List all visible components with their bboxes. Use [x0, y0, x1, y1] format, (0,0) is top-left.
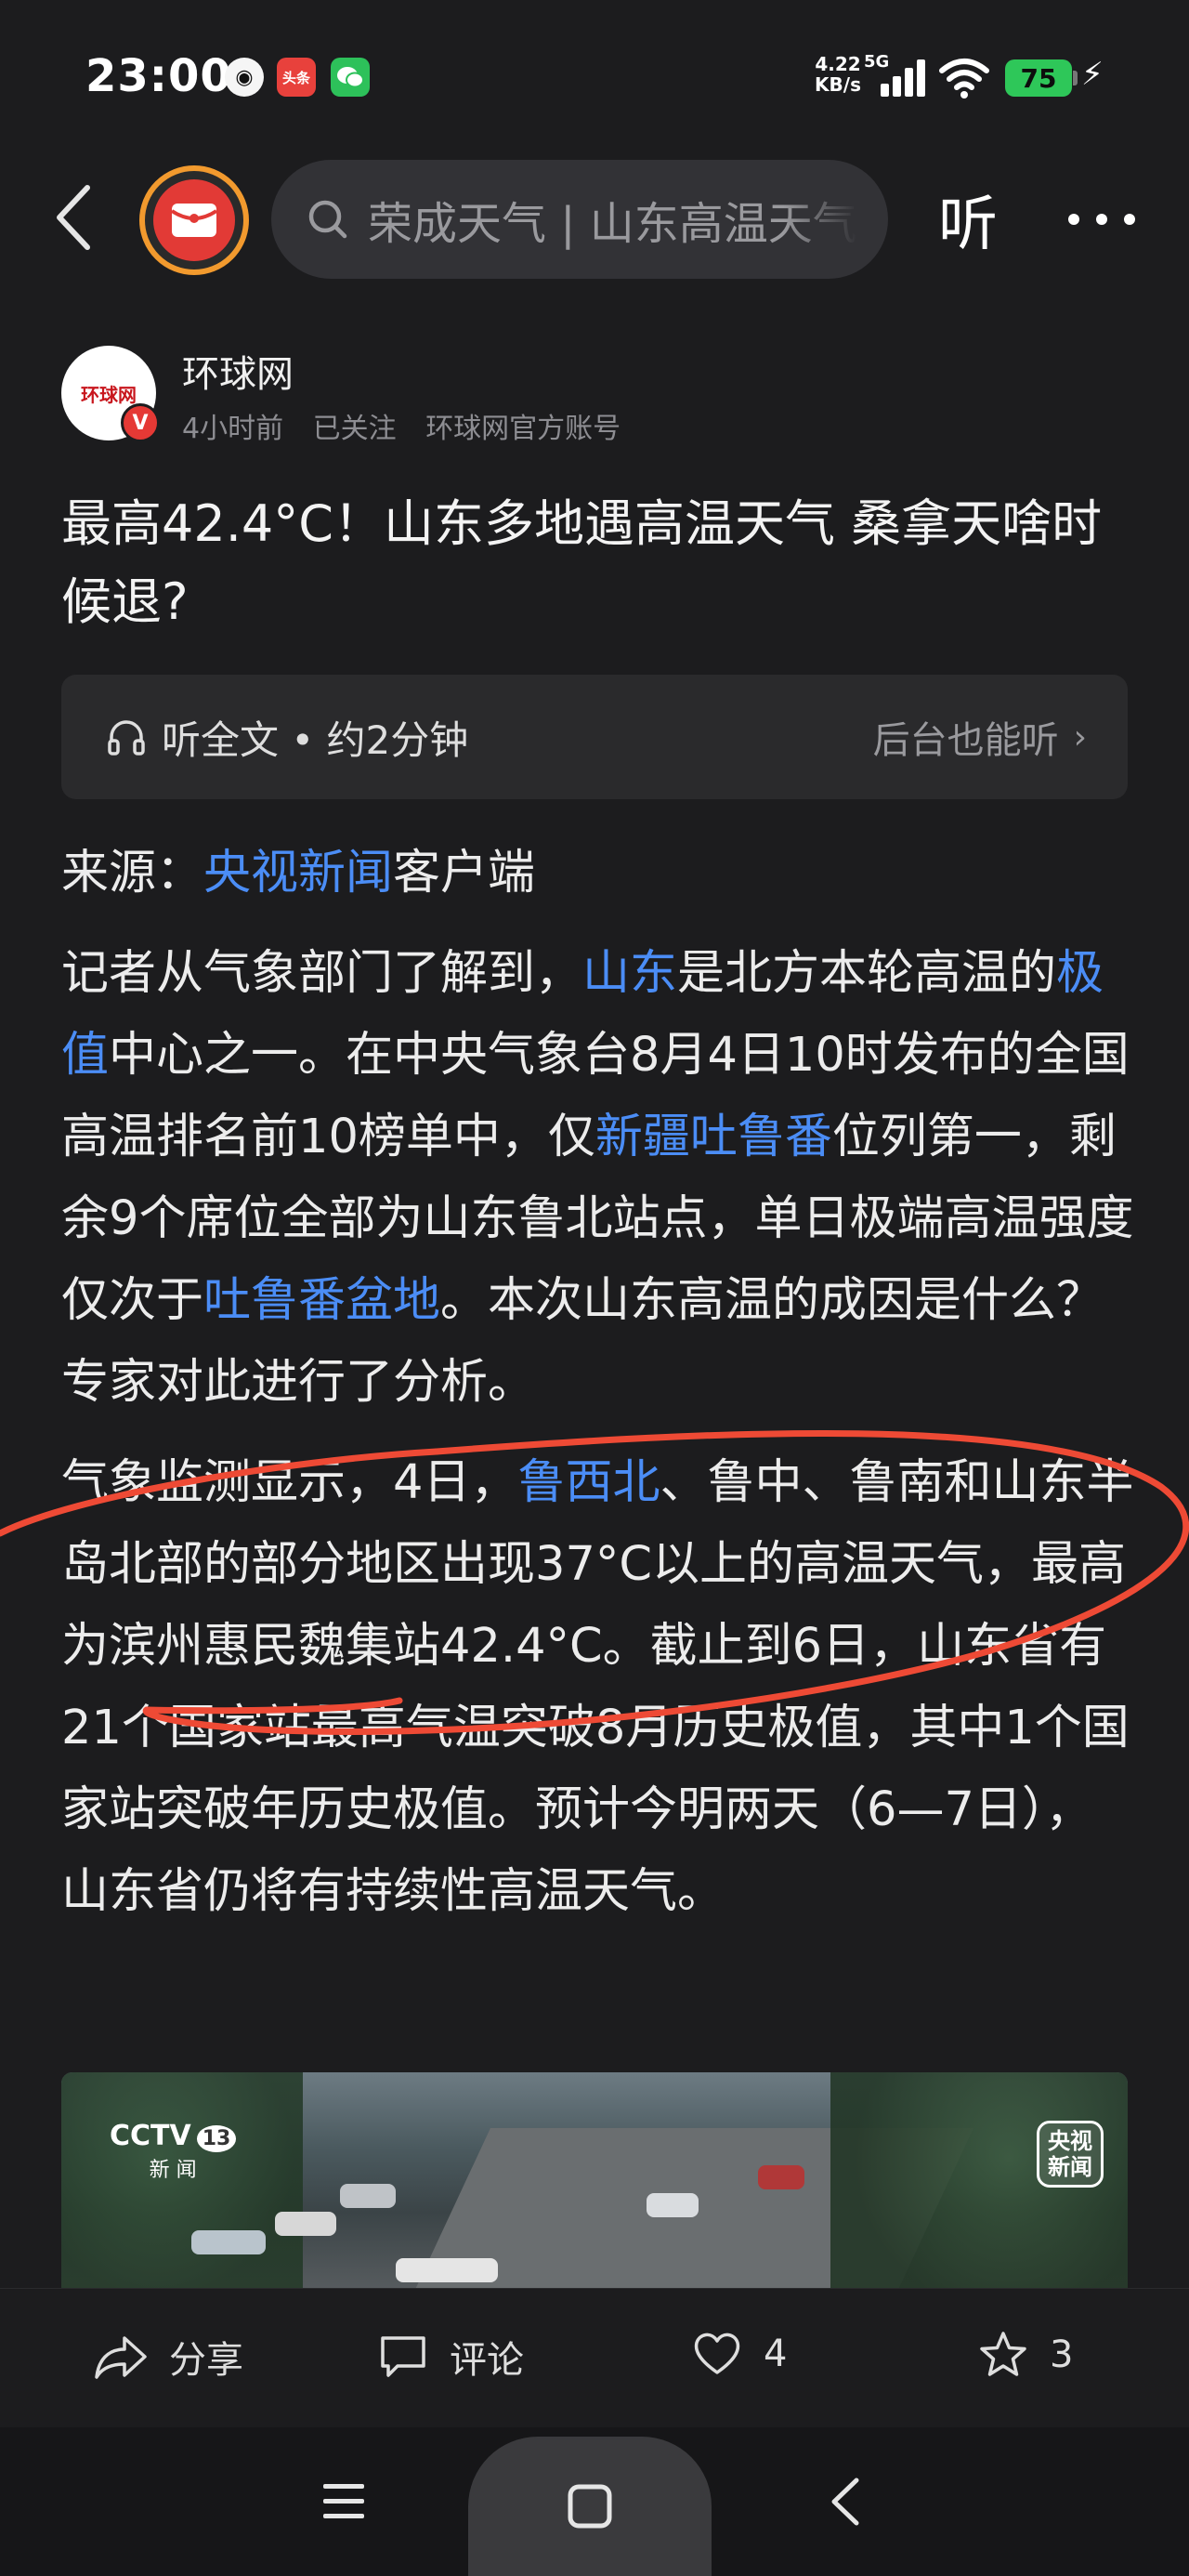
- favorite-button[interactable]: 3: [977, 2330, 1073, 2380]
- author-meta: 4小时前 已关注 环球网官方账号: [182, 405, 641, 446]
- background-listen-label: 后台也能听: [872, 719, 1059, 762]
- listen-button[interactable]: 听: [938, 177, 998, 262]
- back-button[interactable]: [43, 173, 102, 262]
- keyword-link-shandong[interactable]: 山东: [582, 946, 677, 1001]
- status-time: 23:00: [85, 50, 232, 102]
- video-player[interactable]: CCTV 13 新 闻 央视 新闻: [61, 2072, 1128, 2288]
- keyword-link-turpan[interactable]: 新疆吐鲁番: [595, 1110, 832, 1164]
- red-packet-icon: [153, 179, 235, 261]
- red-packet-badge[interactable]: [139, 165, 249, 275]
- article-body: 来源：央视新闻客户端 记者从气象部门了解到，山东是北方本轮高温的极值中心之一。在…: [61, 833, 1139, 1952]
- video-frame-car: [191, 2230, 266, 2254]
- listen-full-text-bar[interactable]: 听全文 • 约2分钟 后台也能听 ›: [61, 675, 1128, 799]
- source-line: 来源：央视新闻客户端: [61, 833, 1139, 914]
- cctv-news-watermark: 央视 新闻: [1037, 2121, 1104, 2188]
- listen-full-text[interactable]: 听全文 • 约2分钟: [106, 709, 468, 766]
- more-options-icon[interactable]: [1068, 186, 1135, 253]
- author-name[interactable]: 环球网: [182, 344, 294, 398]
- publish-time: 4小时前: [182, 413, 284, 445]
- paragraph-text: 气象监测显示，4日，: [61, 1455, 518, 1510]
- account-type: 环球网官方账号: [425, 413, 621, 445]
- toutiao-icon: 头条: [277, 58, 316, 97]
- status-bar: 23:00 ◉ 头条 4.22 KB/s 5G 75 ⚡: [0, 0, 1189, 158]
- favorite-count: 3: [1050, 2333, 1074, 2376]
- keyword-link-luxibei[interactable]: 鲁西北: [517, 1455, 660, 1510]
- menu-button[interactable]: [307, 2427, 381, 2576]
- home-icon: [568, 2484, 612, 2529]
- comment-button[interactable]: 评论: [377, 2330, 524, 2384]
- video-frame-car: [758, 2165, 804, 2189]
- paragraph-text: 、鲁中、鲁南和山东半岛北部的部分地区出现37°C以上的高温天气，最高为滨州惠民魏…: [61, 1455, 1134, 1919]
- search-input[interactable]: 荣成天气 | 山东高温天气: [271, 160, 888, 279]
- article-action-bar: 分享 评论 4 3: [0, 2288, 1189, 2427]
- source-prefix: 来源：: [61, 846, 204, 900]
- share-icon: [95, 2336, 147, 2379]
- signal-icon: [881, 58, 927, 97]
- article-title: 最高42.4°C！山东多地遇高温天气 桑拿天啥时候退?: [61, 494, 1103, 631]
- like-count: 4: [764, 2333, 788, 2375]
- wifi-icon: [938, 58, 990, 99]
- video-frame-car: [275, 2212, 336, 2236]
- watermark-line-1: 央视: [1048, 2128, 1092, 2154]
- network-speed-value: 4.22: [815, 53, 861, 75]
- channel-number: 13: [196, 2125, 237, 2152]
- paragraph-text: 记者从气象部门了解到，: [61, 946, 583, 1001]
- headphone-icon: [108, 720, 145, 756]
- keyword-link-turpan-basin[interactable]: 吐鲁番盆地: [203, 1273, 440, 1328]
- cctv-logo: CCTV 13 新 闻: [110, 2120, 237, 2187]
- video-frame-car: [396, 2258, 498, 2282]
- network-speed-unit: KB/s: [815, 73, 861, 96]
- verified-badge-icon: V: [121, 403, 160, 442]
- battery-tip: [1073, 71, 1078, 85]
- background-listen-link[interactable]: 后台也能听 ›: [873, 710, 1087, 764]
- comment-label: 评论: [450, 2339, 524, 2382]
- paragraph-2: 气象监测显示，4日，鲁西北、鲁中、鲁南和山东半岛北部的部分地区出现37°C以上的…: [61, 1442, 1139, 1933]
- cctv-logo-text: CCTV: [110, 2120, 191, 2152]
- follow-status[interactable]: 已关注: [313, 413, 397, 445]
- share-button[interactable]: 分享: [93, 2330, 243, 2384]
- system-navigation-bar: [0, 2427, 1189, 2576]
- paragraph-1: 记者从气象部门了解到，山东是北方本轮高温的极值中心之一。在中央气象台8月4日10…: [61, 933, 1139, 1424]
- source-suffix: 客户端: [393, 846, 536, 900]
- watermark-line-2: 新闻: [1048, 2154, 1092, 2180]
- channel-sub: 新 闻: [149, 2159, 197, 2182]
- network-speed: 4.22 KB/s: [810, 54, 866, 95]
- source-link[interactable]: 央视新闻: [203, 846, 393, 900]
- home-button[interactable]: [468, 2437, 712, 2576]
- battery-icon: 75: [1005, 59, 1072, 97]
- paragraph-text: 是北方本轮高温的: [677, 946, 1057, 1001]
- author-avatar-text: 环球网: [81, 383, 137, 406]
- heart-icon: [694, 2333, 740, 2374]
- chevron-left-icon: [57, 185, 90, 250]
- star-icon: [980, 2332, 1026, 2376]
- search-icon: [308, 200, 347, 239]
- charging-icon: ⚡: [1081, 56, 1104, 93]
- comment-icon: [381, 2336, 425, 2377]
- share-label: 分享: [169, 2339, 243, 2382]
- like-button[interactable]: 4: [691, 2330, 787, 2378]
- video-frame-car: [340, 2184, 396, 2208]
- wechat-icon: [331, 58, 370, 97]
- menu-icon: [323, 2484, 364, 2518]
- video-frame-car: [647, 2193, 699, 2217]
- chevron-right-icon: ›: [1073, 717, 1087, 756]
- qq-icon: ◉: [225, 58, 264, 97]
- system-back-button[interactable]: [808, 2427, 882, 2576]
- listen-full-text-label: 听全文 • 约2分钟: [162, 716, 469, 763]
- chevron-left-icon: [831, 2477, 859, 2526]
- search-text: 荣成天气 | 山东高温天气: [368, 198, 857, 250]
